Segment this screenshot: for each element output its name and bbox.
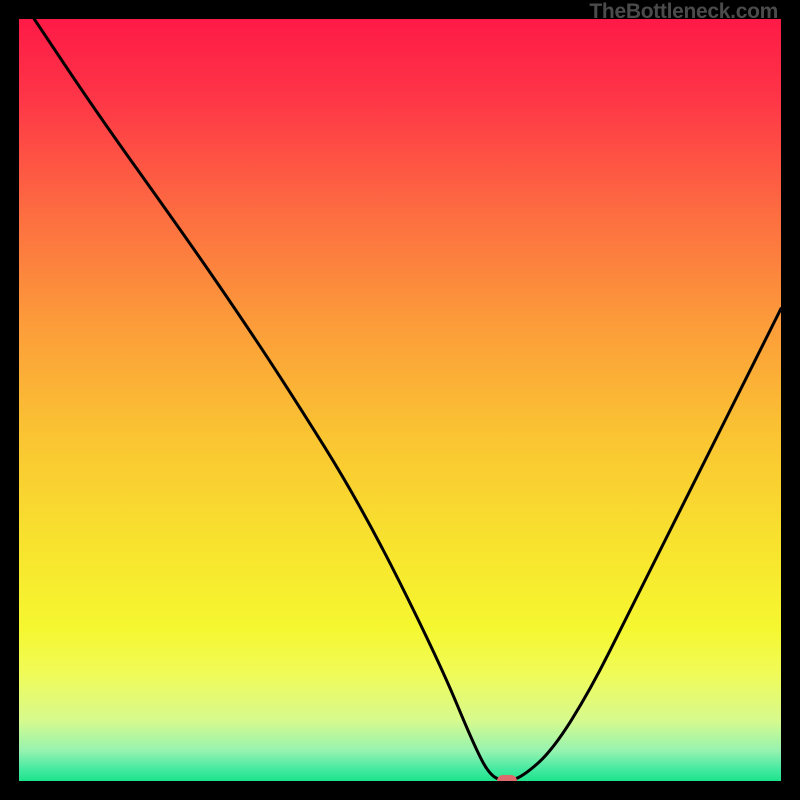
bottleneck-curve bbox=[19, 19, 781, 781]
chart-frame: TheBottleneck.com bbox=[0, 0, 800, 800]
optimal-marker bbox=[497, 775, 517, 781]
plot-area bbox=[19, 19, 781, 781]
watermark-text: TheBottleneck.com bbox=[589, 0, 778, 24]
